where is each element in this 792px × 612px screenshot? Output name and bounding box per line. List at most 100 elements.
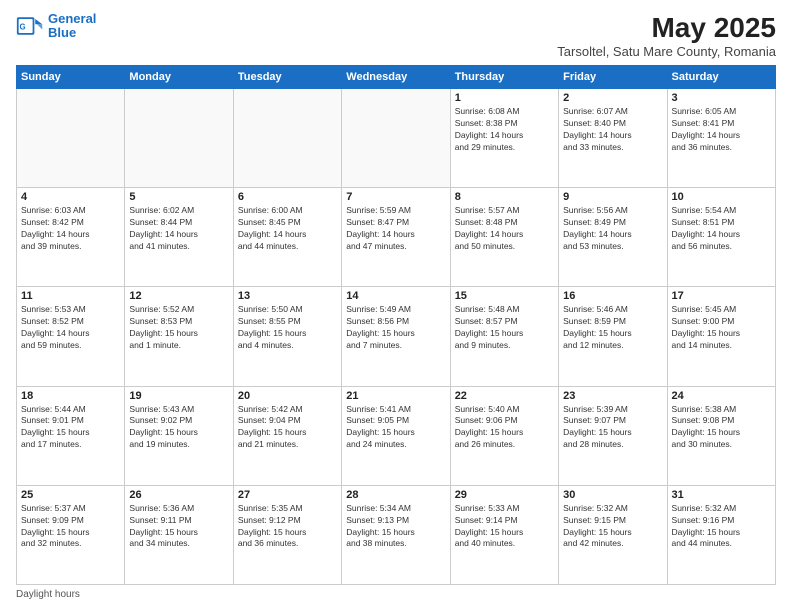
calendar-cell: 11Sunrise: 5:53 AM Sunset: 8:52 PM Dayli… — [17, 287, 125, 386]
calendar-header-wednesday: Wednesday — [342, 66, 450, 89]
day-info: Sunrise: 5:33 AM Sunset: 9:14 PM Dayligh… — [455, 503, 554, 551]
day-number: 28 — [346, 489, 445, 501]
day-info: Sunrise: 5:48 AM Sunset: 8:57 PM Dayligh… — [455, 304, 554, 352]
day-info: Sunrise: 5:41 AM Sunset: 9:05 PM Dayligh… — [346, 404, 445, 452]
day-info: Sunrise: 5:32 AM Sunset: 9:15 PM Dayligh… — [563, 503, 662, 551]
footer-note: Daylight hours — [16, 589, 776, 600]
day-info: Sunrise: 5:39 AM Sunset: 9:07 PM Dayligh… — [563, 404, 662, 452]
calendar-cell: 28 Sunrise: 5:34 AM Sunset: 9:13 PM Dayli… — [342, 485, 450, 584]
day-number: 2 — [563, 92, 662, 104]
day-info: Sunrise: 5:50 AM Sunset: 8:55 PM Dayligh… — [238, 304, 337, 352]
calendar-cell — [342, 89, 450, 188]
calendar-cell: 15 Sunrise: 5:48 AM Sunset: 8:57 PM Dayli… — [450, 287, 558, 386]
day-number: 23 — [563, 390, 662, 402]
main-title: May 2025 — [557, 12, 776, 44]
calendar-header-monday: Monday — [125, 66, 233, 89]
day-number: 24 — [672, 390, 771, 402]
day-number: 21 — [346, 390, 445, 402]
day-number: 17 — [672, 290, 771, 302]
day-number: 11 — [21, 290, 120, 302]
day-number: 12 — [129, 290, 228, 302]
calendar-cell: 7Sunrise: 5:59 AM Sunset: 8:47 PM Daylig… — [342, 188, 450, 287]
header: G General Blue May 2025 Tarsoltel, Satu … — [16, 12, 776, 59]
calendar-cell: 24 Sunrise: 5:38 AM Sunset: 9:08 PM Dayli… — [667, 386, 775, 485]
calendar-cell: 25 Sunrise: 5:37 AM Sunset: 9:09 PM Dayli… — [17, 485, 125, 584]
day-number: 31 — [672, 489, 771, 501]
day-info: Sunrise: 5:45 AM Sunset: 9:00 PM Dayligh… — [672, 304, 771, 352]
day-info: Sunrise: 5:44 AM Sunset: 9:01 PM Dayligh… — [21, 404, 120, 452]
logo-icon: G — [16, 12, 44, 40]
calendar-cell: 31 Sunrise: 5:32 AM Sunset: 9:16 PM Dayli… — [667, 485, 775, 584]
day-number: 22 — [455, 390, 554, 402]
day-number: 15 — [455, 290, 554, 302]
day-info: Sunrise: 6:05 AM Sunset: 8:41 PM Dayligh… — [672, 106, 771, 154]
subtitle: Tarsoltel, Satu Mare County, Romania — [557, 44, 776, 59]
page: G General Blue May 2025 Tarsoltel, Satu … — [0, 0, 792, 612]
day-info: Sunrise: 5:59 AM Sunset: 8:47 PM Dayligh… — [346, 205, 445, 253]
day-info: Sunrise: 5:36 AM Sunset: 9:11 PM Dayligh… — [129, 503, 228, 551]
calendar-cell: 20 Sunrise: 5:42 AM Sunset: 9:04 PM Dayli… — [233, 386, 341, 485]
calendar-header-sunday: Sunday — [17, 66, 125, 89]
calendar-cell: 13Sunrise: 5:50 AM Sunset: 8:55 PM Dayli… — [233, 287, 341, 386]
day-number: 14 — [346, 290, 445, 302]
day-info: Sunrise: 5:34 AM Sunset: 9:13 PM Dayligh… — [346, 503, 445, 551]
day-number: 4 — [21, 191, 120, 203]
calendar-cell — [17, 89, 125, 188]
calendar-week-row-2: 11Sunrise: 5:53 AM Sunset: 8:52 PM Dayli… — [17, 287, 776, 386]
day-info: Sunrise: 5:43 AM Sunset: 9:02 PM Dayligh… — [129, 404, 228, 452]
day-number: 1 — [455, 92, 554, 104]
day-info: Sunrise: 5:42 AM Sunset: 9:04 PM Dayligh… — [238, 404, 337, 452]
calendar-cell: 27 Sunrise: 5:35 AM Sunset: 9:12 PM Dayli… — [233, 485, 341, 584]
calendar-cell: 18Sunrise: 5:44 AM Sunset: 9:01 PM Dayli… — [17, 386, 125, 485]
day-info: Sunrise: 6:07 AM Sunset: 8:40 PM Dayligh… — [563, 106, 662, 154]
day-number: 20 — [238, 390, 337, 402]
calendar-cell — [125, 89, 233, 188]
day-number: 3 — [672, 92, 771, 104]
day-info: Sunrise: 5:37 AM Sunset: 9:09 PM Dayligh… — [21, 503, 120, 551]
day-info: Sunrise: 5:56 AM Sunset: 8:49 PM Dayligh… — [563, 205, 662, 253]
title-block: May 2025 Tarsoltel, Satu Mare County, Ro… — [557, 12, 776, 59]
calendar-cell: 22Sunrise: 5:40 AM Sunset: 9:06 PM Dayli… — [450, 386, 558, 485]
calendar-header-tuesday: Tuesday — [233, 66, 341, 89]
day-number: 29 — [455, 489, 554, 501]
calendar-cell: 5Sunrise: 6:02 AM Sunset: 8:44 PM Daylig… — [125, 188, 233, 287]
calendar-cell: 29 Sunrise: 5:33 AM Sunset: 9:14 PM Dayli… — [450, 485, 558, 584]
calendar-table: SundayMondayTuesdayWednesdayThursdayFrid… — [16, 65, 776, 585]
logo-line1: General — [48, 11, 96, 26]
day-number: 9 — [563, 191, 662, 203]
day-number: 19 — [129, 390, 228, 402]
calendar-cell — [233, 89, 341, 188]
day-info: Sunrise: 5:49 AM Sunset: 8:56 PM Dayligh… — [346, 304, 445, 352]
calendar-cell: 16Sunrise: 5:46 AM Sunset: 8:59 PM Dayli… — [559, 287, 667, 386]
calendar-cell: 3 Sunrise: 6:05 AM Sunset: 8:41 PM Daylig… — [667, 89, 775, 188]
calendar-cell: 6Sunrise: 6:00 AM Sunset: 8:45 PM Daylig… — [233, 188, 341, 287]
logo: G General Blue — [16, 12, 96, 41]
calendar-header-thursday: Thursday — [450, 66, 558, 89]
day-info: Sunrise: 5:32 AM Sunset: 9:16 PM Dayligh… — [672, 503, 771, 551]
calendar-week-row-4: 25 Sunrise: 5:37 AM Sunset: 9:09 PM Dayli… — [17, 485, 776, 584]
logo-line2: Blue — [48, 25, 76, 40]
calendar-cell: 8 Sunrise: 5:57 AM Sunset: 8:48 PM Daylig… — [450, 188, 558, 287]
day-info: Sunrise: 5:38 AM Sunset: 9:08 PM Dayligh… — [672, 404, 771, 452]
day-number: 8 — [455, 191, 554, 203]
calendar-cell: 23 Sunrise: 5:39 AM Sunset: 9:07 PM Dayli… — [559, 386, 667, 485]
calendar-cell: 14 Sunrise: 5:49 AM Sunset: 8:56 PM Dayli… — [342, 287, 450, 386]
day-info: Sunrise: 5:35 AM Sunset: 9:12 PM Dayligh… — [238, 503, 337, 551]
calendar-week-row-0: 1 Sunrise: 6:08 AM Sunset: 8:38 PM Daylig… — [17, 89, 776, 188]
day-number: 16 — [563, 290, 662, 302]
day-info: Sunrise: 5:57 AM Sunset: 8:48 PM Dayligh… — [455, 205, 554, 253]
calendar-header-saturday: Saturday — [667, 66, 775, 89]
day-number: 10 — [672, 191, 771, 203]
day-number: 25 — [21, 489, 120, 501]
calendar-cell: 30 Sunrise: 5:32 AM Sunset: 9:15 PM Dayli… — [559, 485, 667, 584]
svg-text:G: G — [20, 23, 26, 32]
day-number: 5 — [129, 191, 228, 203]
day-info: Sunrise: 6:00 AM Sunset: 8:45 PM Dayligh… — [238, 205, 337, 253]
day-number: 27 — [238, 489, 337, 501]
day-info: Sunrise: 6:08 AM Sunset: 8:38 PM Dayligh… — [455, 106, 554, 154]
day-info: Sunrise: 6:03 AM Sunset: 8:42 PM Dayligh… — [21, 205, 120, 253]
calendar-cell: 17 Sunrise: 5:45 AM Sunset: 9:00 PM Dayli… — [667, 287, 775, 386]
day-number: 30 — [563, 489, 662, 501]
calendar-cell: 9 Sunrise: 5:56 AM Sunset: 8:49 PM Daylig… — [559, 188, 667, 287]
calendar-cell: 10Sunrise: 5:54 AM Sunset: 8:51 PM Dayli… — [667, 188, 775, 287]
